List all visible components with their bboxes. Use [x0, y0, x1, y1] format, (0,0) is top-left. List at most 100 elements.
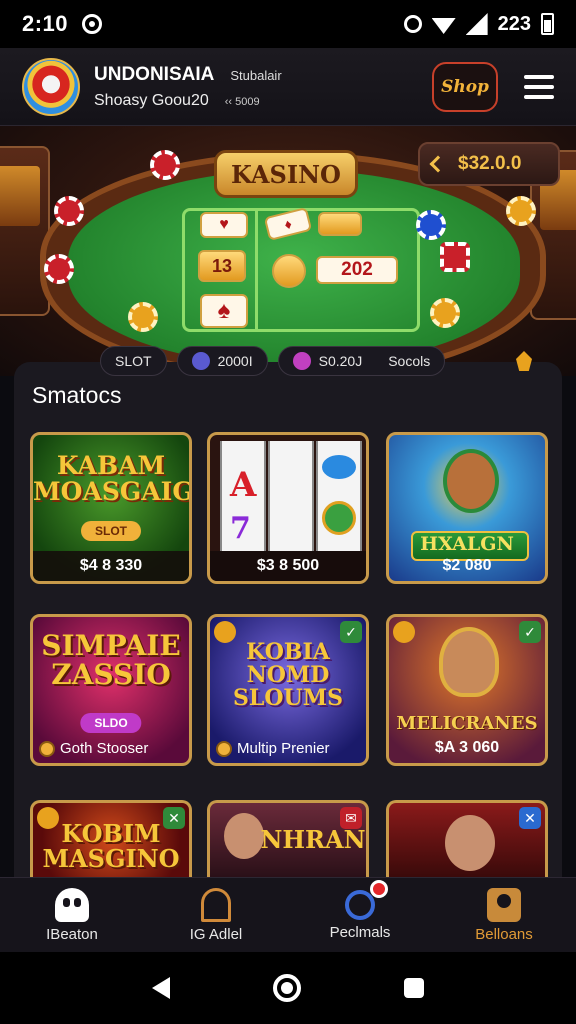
game-card[interactable]: ✕	[386, 800, 548, 877]
game-title: KOBIA NOMD SLOUMS	[233, 639, 343, 712]
sync-icon	[403, 15, 422, 33]
nav-item-social[interactable]: Peclmals	[288, 878, 432, 952]
person-icon	[345, 889, 375, 920]
character-face	[445, 815, 495, 871]
coin-icon	[39, 740, 55, 757]
game-card[interactable]: ✓ MELICRANES $A 3 060	[386, 614, 548, 766]
home-icon[interactable]	[272, 974, 301, 1002]
chip-icon	[416, 210, 446, 240]
shop-button[interactable]: Shop	[432, 61, 498, 112]
game-label: Multip Prenier	[237, 740, 330, 757]
nav-label: Belloans	[475, 925, 533, 943]
trophy-icon[interactable]	[516, 351, 532, 371]
app-subtitle: Stubalair	[230, 67, 282, 83]
game-badge: SLDO	[80, 713, 142, 733]
game-card[interactable]: ✉ NHRAN	[207, 800, 369, 877]
credit-icon	[191, 352, 210, 370]
notification-icon	[82, 14, 103, 34]
character-face	[224, 813, 264, 859]
system-navigation-bar	[0, 952, 576, 1024]
signal-icon	[465, 13, 488, 35]
nav-label: Peclmals	[329, 923, 391, 941]
check-icon[interactable]: ✓	[340, 621, 362, 643]
coin-icon	[216, 740, 232, 757]
close-icon[interactable]: ✕	[519, 807, 541, 829]
status-icons: 223	[403, 12, 554, 36]
reel-symbol-7: 7	[230, 511, 251, 546]
back-icon[interactable]	[151, 977, 170, 999]
coin-icon	[430, 298, 460, 328]
app-titles: UNDONISAIA Stubalair Shoasy Goou20 ‹‹ 50…	[94, 64, 282, 110]
game-card[interactable]: ✕ KOBIM MASGINO	[30, 800, 192, 877]
nav-label: IG Adlel	[189, 925, 243, 943]
coins-chip[interactable]: S0.20J Socols	[277, 346, 446, 376]
status-right-text: 223	[497, 12, 531, 35]
chevron-left-icon	[429, 155, 447, 173]
app-small-text: ‹‹ 5009	[224, 95, 260, 108]
nav-item-home[interactable]: IBeaton	[0, 878, 144, 952]
card-heart: ♥	[200, 212, 248, 238]
app-name: UNDONISAIA	[94, 63, 215, 85]
reel-symbol-a: A	[230, 465, 257, 505]
chip-icon	[44, 254, 74, 284]
check-icon[interactable]: ✓	[519, 621, 541, 643]
coin-icon	[506, 196, 536, 226]
nav-item-profile[interactable]: Belloans	[432, 878, 576, 952]
fruit-icon	[322, 501, 356, 535]
credit-chip[interactable]: 2000I	[176, 346, 268, 376]
game-badge: SLOT	[81, 521, 141, 541]
game-card[interactable]: ✓ KOBIA NOMD SLOUMS Multip Prenier	[207, 614, 369, 766]
stat-strip: SLOT 2000I S0.20J Socols	[100, 346, 540, 376]
status-time: 2:10	[22, 11, 69, 36]
coins-value: S0.20J	[318, 353, 363, 369]
game-title: KOBIM MASGINO	[42, 819, 180, 874]
app-tagline: Shoasy Goou20	[94, 91, 209, 109]
chip-icon	[54, 196, 84, 226]
dice-icon	[440, 242, 470, 272]
balance-value: $32.0.0	[458, 153, 522, 174]
coin-icon	[128, 302, 158, 332]
game-title: SIMPAIE ZASSIO	[41, 629, 181, 692]
game-value: $A 3 060	[434, 739, 500, 756]
game-card[interactable]: HXALGN $2 080	[386, 432, 548, 584]
game-value: $2 080	[442, 557, 492, 574]
balance-display[interactable]: $32.0.0	[418, 142, 560, 186]
game-card[interactable]: SIMPAIE ZASSIO SLDO Goth Stooser	[30, 614, 192, 766]
wifi-icon	[431, 18, 456, 34]
nav-item-lobby[interactable]: IG Adlel	[144, 878, 288, 952]
profile-icon	[487, 887, 521, 922]
game-title: MELICRANES	[396, 713, 538, 734]
game-title: KABAM MOASGAIG	[33, 451, 192, 507]
card-spade: ♠	[200, 294, 248, 328]
fish-icon	[322, 455, 356, 479]
game-card[interactable]: KABAM MOASGAIG SLOT $4 8 330	[30, 432, 192, 584]
card-gold	[318, 212, 362, 236]
ghost-icon	[55, 887, 89, 922]
banana-icon	[272, 254, 306, 288]
status-bar: 2:10 223	[0, 0, 576, 48]
game-title: NHRAN	[260, 825, 366, 854]
game-label-row: Goth Stooser	[39, 740, 183, 757]
game-label-row: Multip Prenier	[216, 740, 360, 757]
credit-value: 2000I	[217, 353, 253, 369]
arch-icon	[201, 887, 231, 922]
hero-banner[interactable]: KASINO ♥ 13 ♠ ♦ 202 $32.0.0	[0, 126, 576, 376]
game-label: Goth Stooser	[60, 740, 149, 757]
hamburger-menu-icon[interactable]	[524, 74, 554, 99]
slot-chip[interactable]: SLOT	[100, 346, 167, 376]
recent-apps-icon[interactable]	[404, 978, 425, 998]
chip-icon	[150, 150, 180, 180]
gem-icon	[292, 352, 311, 370]
notification-dot	[370, 880, 388, 898]
game-value: $3 8 500	[256, 557, 320, 574]
battery-icon	[541, 13, 554, 35]
reel	[268, 441, 314, 551]
card-value-2: 202	[316, 256, 398, 284]
game-card[interactable]: A 7 $3 8 500	[207, 432, 369, 584]
game-value: $4 8 330	[79, 557, 143, 574]
section-title: Smatocs	[32, 382, 122, 408]
slot-label: SLOT	[115, 353, 152, 369]
app-logo[interactable]	[22, 57, 80, 116]
app-header: UNDONISAIA Stubalair Shoasy Goou20 ‹‹ 50…	[0, 48, 576, 126]
game-title: HXALGN	[420, 533, 514, 555]
